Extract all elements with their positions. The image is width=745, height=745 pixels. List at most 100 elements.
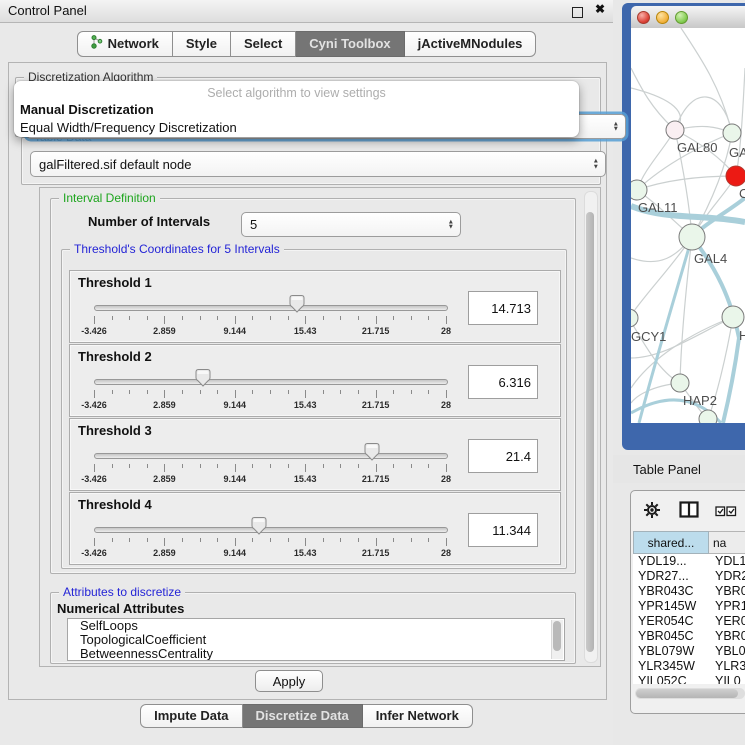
scrollbar-thumb[interactable]: [636, 689, 738, 698]
close-traffic-light-icon[interactable]: [637, 11, 650, 24]
network-node-h[interactable]: [722, 306, 744, 328]
slider-track[interactable]: [94, 379, 448, 385]
tick: [182, 390, 183, 394]
table-row[interactable]: YPR145WYPR1: [633, 599, 745, 614]
algorithm-option-manual-discretization[interactable]: Manual Discretization: [14, 101, 579, 119]
tick: [129, 316, 130, 320]
threshold-value-field[interactable]: 21.4: [468, 439, 538, 473]
network-node-gal80[interactable]: [666, 121, 684, 139]
scrollbar-thumb[interactable]: [553, 621, 561, 651]
network-node[interactable]: [699, 410, 717, 423]
tab-impute-data[interactable]: Impute Data: [140, 704, 242, 728]
threshold-label: Threshold 4: [78, 497, 152, 512]
tab-style[interactable]: Style: [173, 31, 231, 57]
cell-name: YPR1: [715, 599, 745, 613]
thresholds-group: Threshold's Coordinates for 5 Intervals …: [61, 249, 567, 569]
minimize-traffic-light-icon[interactable]: [656, 11, 669, 24]
slider-thumb[interactable]: [364, 442, 380, 466]
tick: [112, 538, 113, 542]
numerical-attributes-list[interactable]: SelfLoopsTopologicalCoefficientBetweenne…: [67, 618, 565, 661]
attribute-item-topologicalcoefficient[interactable]: TopologicalCoefficient: [68, 633, 564, 647]
tick: [323, 538, 324, 542]
zoom-traffic-light-icon[interactable]: [675, 11, 688, 24]
slider-ticks: [94, 390, 446, 399]
slider-ticks: [94, 464, 446, 473]
tick: [252, 464, 253, 468]
tab-discretize-data[interactable]: Discretize Data: [243, 704, 363, 728]
tab-select[interactable]: Select: [231, 31, 296, 57]
table-row[interactable]: YBL079WYBL0: [633, 644, 745, 659]
slider-tick-labels: -3.4262.8599.14415.4321.71528: [94, 326, 446, 337]
cell-name: YDL1: [715, 554, 745, 568]
tab-network[interactable]: Network: [77, 31, 173, 57]
tick: [358, 464, 359, 468]
threshold-value-field[interactable]: 14.713: [468, 291, 538, 325]
tick-label: 28: [441, 548, 451, 558]
table-row[interactable]: YIL052CYIL0: [633, 674, 745, 684]
slider-thumb[interactable]: [195, 368, 211, 392]
tab-label: Network: [108, 36, 159, 51]
tick: [411, 464, 412, 468]
split-panel-icon[interactable]: [679, 501, 699, 523]
cell-name: YDR2: [715, 569, 745, 583]
attribute-item-selfloops[interactable]: SelfLoops: [68, 619, 564, 633]
table-row[interactable]: YDR27...YDR2: [633, 569, 745, 584]
table-data-select[interactable]: galFiltered.sif default node ▲▼: [30, 151, 606, 177]
close-icon[interactable]: ✖: [595, 2, 605, 16]
network-node-hap2[interactable]: [671, 374, 689, 392]
tick: [428, 390, 429, 394]
network-node-c[interactable]: [726, 166, 745, 186]
tick: [112, 464, 113, 468]
float-window-icon[interactable]: [572, 7, 583, 18]
slider-thumb[interactable]: [251, 516, 267, 540]
list-scrollbar[interactable]: [551, 620, 563, 659]
slider-track[interactable]: [94, 453, 448, 459]
slider-track[interactable]: [94, 527, 448, 533]
network-canvas[interactable]: GAL80GACGAL11GAL4GCY1HHAP2: [631, 28, 745, 423]
threshold-value-field[interactable]: 6.316: [468, 365, 538, 399]
tab-infer-network[interactable]: Infer Network: [363, 704, 473, 728]
tick: [288, 464, 289, 468]
tick-label: 9.144: [224, 474, 247, 484]
tick: [358, 390, 359, 394]
scrollbar-thumb[interactable]: [586, 212, 594, 652]
table-row[interactable]: YER054CYER0: [633, 614, 745, 629]
table-row[interactable]: YBR045CYBR0: [633, 629, 745, 644]
algorithm-option-equal-width-frequency-discretization[interactable]: Equal Width/Frequency Discretization: [14, 119, 579, 137]
tick: [305, 464, 306, 472]
num-intervals-label: Number of Intervals: [88, 214, 210, 229]
slider-tick-labels: -3.4262.8599.14415.4321.71528: [94, 548, 446, 559]
tab-jactivemnodules[interactable]: jActiveMNodules: [405, 31, 537, 57]
attribute-item-betweennesscentrality[interactable]: BetweennessCentrality: [68, 647, 564, 661]
network-node-gal11[interactable]: [631, 180, 647, 200]
network-node-gal4[interactable]: [679, 224, 705, 250]
interval-definition-group: Interval Definition Number of Intervals …: [50, 198, 576, 574]
tick: [200, 538, 201, 542]
num-intervals-select[interactable]: 5 ▲▼: [241, 212, 461, 237]
column-header-name[interactable]: na: [709, 531, 745, 554]
table-row[interactable]: YLR345WYLR3: [633, 659, 745, 674]
select-columns-icon[interactable]: [715, 504, 737, 522]
threshold-label: Threshold 1: [78, 275, 152, 290]
tick: [235, 390, 236, 398]
network-node-ga[interactable]: [723, 124, 741, 142]
network-node-gcy1[interactable]: [631, 309, 638, 327]
apply-button[interactable]: Apply: [255, 670, 323, 692]
dropdown-options: Manual DiscretizationEqual Width/Frequen…: [14, 101, 579, 137]
tick-label: 15.43: [294, 400, 317, 410]
tab-cyni-toolbox[interactable]: Cyni Toolbox: [296, 31, 404, 57]
threshold-value-field[interactable]: 11.344: [468, 513, 538, 547]
table-panel-titlebar: Table Panel: [613, 455, 745, 483]
panel-scrollbar[interactable]: [584, 191, 598, 663]
table-row[interactable]: YBR043CYBR0: [633, 584, 745, 599]
tick: [235, 464, 236, 472]
tick-label: 2.859: [153, 400, 176, 410]
table-row[interactable]: YDL19...YDL1: [633, 554, 745, 569]
table-horizontal-scrollbar[interactable]: [635, 688, 745, 699]
gear-icon[interactable]: [643, 501, 661, 524]
cell-name: YBR0: [715, 584, 745, 598]
slider-track[interactable]: [94, 305, 448, 311]
node-label: HAP2: [683, 393, 717, 408]
slider-thumb[interactable]: [289, 294, 305, 318]
column-header-shared-name[interactable]: shared...: [633, 531, 709, 554]
